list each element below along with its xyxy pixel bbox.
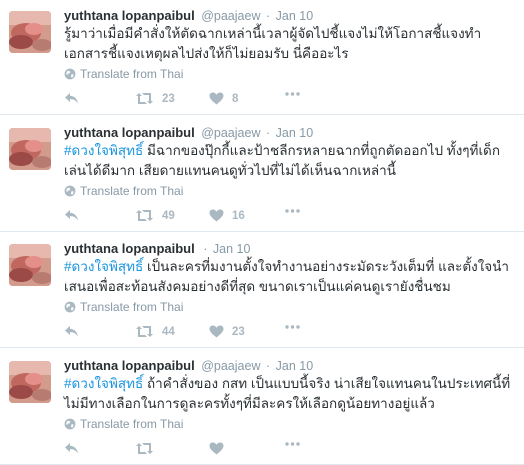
hashtag-link[interactable]: #ดวงใจพิสุทธิ์	[64, 259, 143, 274]
translate-link[interactable]: Translate from Thai	[64, 67, 183, 81]
tweet[interactable]: yuthtana lopanpaibul · Jan 10 #ดวงใจพิสุ…	[0, 233, 524, 348]
tweet-actions: 23 8	[64, 92, 364, 108]
separator-dot: ·	[265, 9, 271, 23]
avatar[interactable]	[9, 244, 51, 286]
avatar[interactable]	[9, 128, 51, 170]
globe-icon	[64, 68, 76, 80]
like-button[interactable]	[209, 442, 232, 455]
heart-icon	[209, 92, 224, 105]
like-button[interactable]: 16	[209, 209, 245, 222]
translate-label: Translate from Thai	[80, 300, 184, 314]
translate-link[interactable]: Translate from Thai	[64, 184, 183, 198]
tweet-body: รู้มาว่าเมื่อมีคำสั่งให้ตัดฉากเหล่านี้เว…	[64, 26, 482, 61]
like-count: 16	[232, 209, 245, 222]
more-button[interactable]	[285, 92, 300, 96]
hashtag-link[interactable]: #ดวงใจพิสุทธิ์	[64, 376, 143, 391]
retweet-button[interactable]: 23	[135, 92, 175, 105]
heart-icon	[209, 325, 224, 338]
more-dots-icon	[285, 325, 300, 329]
separator-dot: ·	[265, 359, 271, 373]
tweet-header: yuthtana lopanpaibul · Jan 10	[64, 240, 250, 258]
like-count: 23	[232, 325, 245, 338]
like-count: 8	[232, 92, 239, 105]
tweet-actions	[64, 442, 364, 458]
globe-icon	[64, 185, 76, 197]
tweet[interactable]: yuthtana lopanpaibul @paajaew · Jan 10 #…	[0, 350, 524, 465]
tweet-timestamp[interactable]: Jan 10	[276, 359, 314, 373]
user-fullname[interactable]: yuthtana lopanpaibul	[64, 125, 195, 140]
tweet-timestamp[interactable]: Jan 10	[276, 9, 314, 23]
translate-link[interactable]: Translate from Thai	[64, 300, 183, 314]
retweet-icon	[136, 210, 153, 221]
translate-link[interactable]: Translate from Thai	[64, 417, 183, 431]
tweet-timestamp[interactable]: Jan 10	[276, 126, 314, 140]
hashtag-link[interactable]: #ดวงใจพิสุทธิ์	[64, 143, 143, 158]
heart-icon	[209, 442, 224, 455]
tweet-text: รู้มาว่าเมื่อมีคำสั่งให้ตัดฉากเหล่านี้เว…	[64, 24, 516, 64]
user-handle[interactable]: @paajaew	[201, 9, 260, 23]
timeline: yuthtana lopanpaibul @paajaew · Jan 10 ร…	[0, 0, 524, 465]
retweet-button[interactable]: 44	[135, 325, 175, 338]
tweet[interactable]: yuthtana lopanpaibul @paajaew · Jan 10 #…	[0, 117, 524, 232]
more-dots-icon	[285, 92, 300, 96]
more-dots-icon	[285, 442, 300, 446]
avatar[interactable]	[9, 361, 51, 403]
more-button[interactable]	[285, 325, 300, 329]
more-button[interactable]	[285, 209, 300, 213]
retweet-button[interactable]: 49	[135, 209, 175, 222]
user-handle[interactable]: @paajaew	[201, 126, 260, 140]
retweet-icon	[136, 443, 153, 454]
more-dots-icon	[285, 209, 300, 213]
more-button[interactable]	[285, 442, 300, 446]
user-fullname[interactable]: yuthtana lopanpaibul	[64, 358, 195, 373]
reply-icon	[65, 326, 78, 337]
like-button[interactable]: 8	[209, 92, 238, 105]
avatar[interactable]	[9, 11, 51, 53]
tweet-text: #ดวงใจพิสุทธิ์ ถ้าคำสั่งของ กสท เป็นแบบน…	[64, 374, 516, 414]
tweet-actions: 49 16	[64, 209, 364, 225]
reply-button[interactable]	[64, 92, 79, 105]
translate-label: Translate from Thai	[80, 417, 184, 431]
reply-button[interactable]	[64, 209, 79, 222]
tweet[interactable]: yuthtana lopanpaibul @paajaew · Jan 10 ร…	[0, 0, 524, 115]
separator-dot: ·	[265, 126, 271, 140]
retweet-button[interactable]	[135, 442, 162, 455]
user-handle[interactable]: @paajaew	[201, 359, 260, 373]
retweet-count: 44	[162, 325, 175, 338]
user-fullname[interactable]: yuthtana lopanpaibul	[64, 241, 195, 256]
tweet-header: yuthtana lopanpaibul @paajaew · Jan 10	[64, 124, 313, 142]
like-button[interactable]: 23	[209, 325, 245, 338]
reply-button[interactable]	[64, 325, 79, 338]
reply-icon	[65, 443, 78, 454]
translate-label: Translate from Thai	[80, 67, 184, 81]
tweet-timestamp[interactable]: Jan 10	[213, 242, 251, 256]
separator-dot: ·	[203, 242, 208, 256]
globe-icon	[64, 418, 76, 430]
reply-button[interactable]	[64, 442, 79, 455]
tweet-header: yuthtana lopanpaibul @paajaew · Jan 10	[64, 357, 313, 375]
retweet-count: 49	[162, 209, 175, 222]
retweet-icon	[136, 326, 153, 337]
reply-icon	[65, 93, 78, 104]
tweet-actions: 44 23	[64, 325, 364, 341]
retweet-icon	[136, 93, 153, 104]
tweet-text: #ดวงใจพิสุทธิ์ เป็นละครที่มงานตั้งใจทำงา…	[64, 257, 516, 297]
retweet-count: 23	[162, 92, 175, 105]
tweet-header: yuthtana lopanpaibul @paajaew · Jan 10	[64, 7, 313, 25]
user-fullname[interactable]: yuthtana lopanpaibul	[64, 8, 195, 23]
reply-icon	[65, 210, 78, 221]
heart-icon	[209, 209, 224, 222]
translate-label: Translate from Thai	[80, 184, 184, 198]
globe-icon	[64, 301, 76, 313]
tweet-text: #ดวงใจพิสุทธิ์ มีฉากของปุ๊กกี้และป้าชลีก…	[64, 141, 516, 181]
